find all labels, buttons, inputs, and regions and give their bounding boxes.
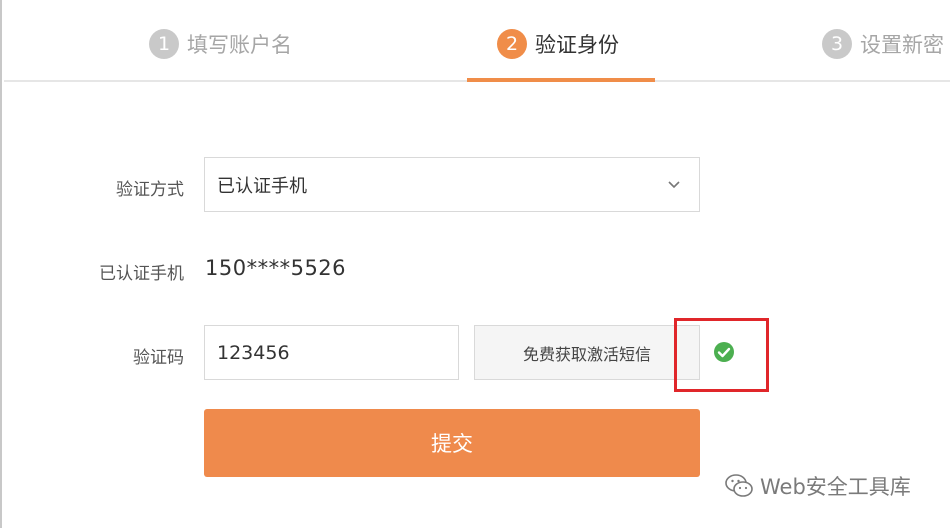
watermark: Web安全工具库 <box>724 471 911 501</box>
step-progress-bar: 1 填写账户名 2 验证身份 3 设置新密 <box>4 0 950 82</box>
verify-method-value: 已认证手机 <box>217 175 307 197</box>
submit-button[interactable]: 提交 <box>204 409 700 477</box>
get-sms-code-button[interactable]: 免费获取激活短信 <box>474 325 700 380</box>
verified-phone-label: 已认证手机 <box>99 264 184 284</box>
step-3-set-new-password: 3 设置新密 <box>822 27 944 61</box>
active-step-indicator <box>467 78 655 82</box>
check-circle-icon <box>714 342 734 362</box>
step-1-fill-account-name: 1 填写账户名 <box>149 27 292 61</box>
verification-code-input[interactable] <box>204 325 459 380</box>
wechat-icon <box>725 474 753 497</box>
step-2-verify-identity: 2 验证身份 <box>497 27 619 61</box>
step-3-label: 设置新密 <box>860 33 944 57</box>
verify-method-label: 验证方式 <box>116 180 184 200</box>
verify-method-select[interactable]: 已认证手机 <box>204 157 700 212</box>
chevron-down-icon <box>668 181 680 189</box>
page-frame: 1 填写账户名 2 验证身份 3 设置新密 验证方式 已认证手机 已认证手机 1… <box>0 0 950 528</box>
step-1-label: 填写账户名 <box>187 33 292 57</box>
step-1-number: 1 <box>149 29 179 59</box>
step-2-number: 2 <box>497 29 527 59</box>
watermark-text: Web安全工具库 <box>760 475 911 499</box>
step-2-label: 验证身份 <box>535 33 619 57</box>
verified-phone-value: 150****5526 <box>205 256 347 280</box>
verification-code-label: 验证码 <box>133 348 184 368</box>
step-3-number: 3 <box>822 29 852 59</box>
